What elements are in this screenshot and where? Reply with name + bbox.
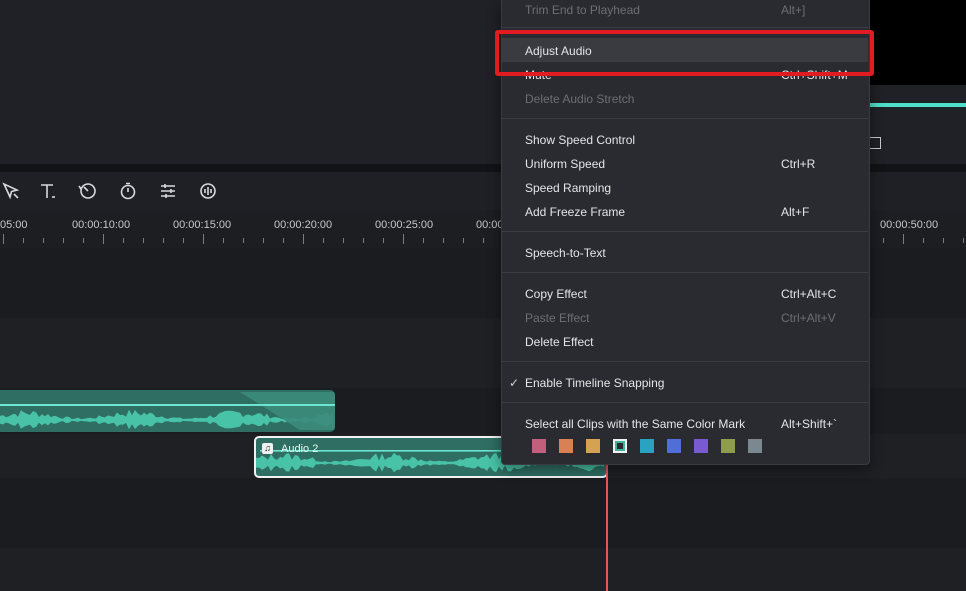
- menu-item-delete-effect[interactable]: Delete Effect: [525, 335, 593, 349]
- clip-label: Audio 2: [281, 443, 319, 455]
- player-viewport: [864, 0, 966, 85]
- ruler-tick: [223, 238, 224, 243]
- ruler-label: 05:00: [0, 219, 28, 231]
- ruler-tick: [363, 238, 364, 243]
- ruler-tick: [463, 238, 464, 243]
- playhead[interactable]: [606, 462, 608, 591]
- ruler-label: 00:00:20:00: [274, 219, 333, 231]
- ruler-tick: [383, 238, 384, 243]
- ruler-label: 00:00: [476, 219, 504, 231]
- track-row[interactable]: [0, 478, 966, 548]
- fullscreen-icon[interactable]: [869, 137, 881, 149]
- ruler-tick: [283, 238, 284, 243]
- check-icon: ✓: [509, 376, 520, 390]
- speed-icon[interactable]: [77, 181, 99, 201]
- ruler-tick: [423, 238, 424, 243]
- menu-separator: [502, 402, 868, 403]
- menu-item-trim-end: Trim End to Playhead: [525, 3, 640, 17]
- select-tool-icon[interactable]: [0, 181, 22, 201]
- menu-separator: [502, 361, 868, 362]
- menu-item-paste-effect: Paste Effect: [525, 311, 590, 325]
- menu-item-add-freeze-frame[interactable]: Add Freeze Frame: [525, 205, 625, 219]
- menu-item-select-same-color[interactable]: Select all Clips with the Same Color Mar…: [525, 417, 745, 431]
- audio-clip-1[interactable]: [0, 390, 335, 432]
- menu-item-speed-ramping[interactable]: Speed Ramping: [525, 181, 611, 195]
- menu-item-copy-effect[interactable]: Copy Effect: [525, 287, 587, 301]
- text-tool-icon[interactable]: [37, 181, 59, 201]
- color-mark-swatch[interactable]: [694, 439, 708, 453]
- shortcut-copy-effect: Ctrl+Alt+C: [781, 287, 837, 301]
- adjust-icon[interactable]: [157, 181, 179, 201]
- menu-separator: [502, 27, 868, 28]
- menu-item-speech-to-text[interactable]: Speech-to-Text: [525, 246, 606, 260]
- ruler-tick: [883, 238, 884, 243]
- ruler-label: 00:00:25:00: [375, 219, 434, 231]
- ruler-tick: [203, 234, 204, 244]
- ruler-tick: [303, 234, 304, 244]
- menu-item-uniform-speed[interactable]: Uniform Speed: [525, 157, 605, 171]
- shortcut-select-same-color: Alt+Shift+`: [781, 417, 838, 431]
- ruler-tick: [3, 234, 4, 244]
- color-mark-swatch[interactable]: [721, 439, 735, 453]
- ruler-tick: [103, 234, 104, 244]
- music-note-icon: ♫: [262, 443, 273, 454]
- color-mark-swatch[interactable]: [640, 439, 654, 453]
- ruler-tick: [63, 238, 64, 243]
- ruler-tick: [83, 238, 84, 243]
- color-mark-swatch[interactable]: [613, 439, 627, 453]
- color-mark-swatch[interactable]: [667, 439, 681, 453]
- ruler-tick: [123, 238, 124, 243]
- highlight-annotation: [495, 30, 874, 76]
- ruler-tick: [243, 238, 244, 243]
- shortcut-trim-end: Alt+]: [781, 3, 806, 17]
- menu-separator: [502, 118, 868, 119]
- ruler-tick: [903, 234, 904, 244]
- color-mark-swatch[interactable]: [532, 439, 546, 453]
- ruler-label: 00:00:10:00: [72, 219, 131, 231]
- audio-icon[interactable]: [197, 181, 219, 201]
- ruler-tick: [43, 238, 44, 243]
- ruler-tick: [323, 238, 324, 243]
- shortcut-uniform-speed: Ctrl+R: [781, 157, 816, 171]
- ruler-tick: [923, 238, 924, 243]
- menu-item-delete-audio-stretch: Delete Audio Stretch: [525, 92, 635, 106]
- ruler-tick: [963, 238, 964, 243]
- ruler-tick: [343, 238, 344, 243]
- shortcut-add-freeze-frame: Alt+F: [781, 205, 810, 219]
- ruler-tick: [943, 238, 944, 243]
- shortcut-paste-effect: Ctrl+Alt+V: [781, 311, 836, 325]
- ruler-tick: [183, 238, 184, 243]
- ruler-tick: [403, 234, 404, 244]
- ruler-tick: [163, 238, 164, 243]
- timer-icon[interactable]: [117, 181, 139, 201]
- ruler-tick: [23, 238, 24, 243]
- menu-item-show-speed-control[interactable]: Show Speed Control: [525, 133, 635, 147]
- menu-separator: [502, 231, 868, 232]
- ruler-tick: [143, 238, 144, 243]
- menu-separator: [502, 272, 868, 273]
- track-row[interactable]: [0, 548, 966, 591]
- color-mark-swatch[interactable]: [748, 439, 762, 453]
- player-progress-bar[interactable]: [864, 103, 966, 107]
- color-mark-swatch[interactable]: [559, 439, 573, 453]
- ruler-label: 00:00:50:00: [880, 219, 939, 231]
- ruler-tick: [443, 238, 444, 243]
- ruler-label: 00:00:15:00: [173, 219, 232, 231]
- ruler-tick: [483, 238, 484, 243]
- ruler-tick: [263, 238, 264, 243]
- color-mark-swatch[interactable]: [586, 439, 600, 453]
- menu-item-enable-snapping[interactable]: Enable Timeline Snapping: [525, 376, 664, 390]
